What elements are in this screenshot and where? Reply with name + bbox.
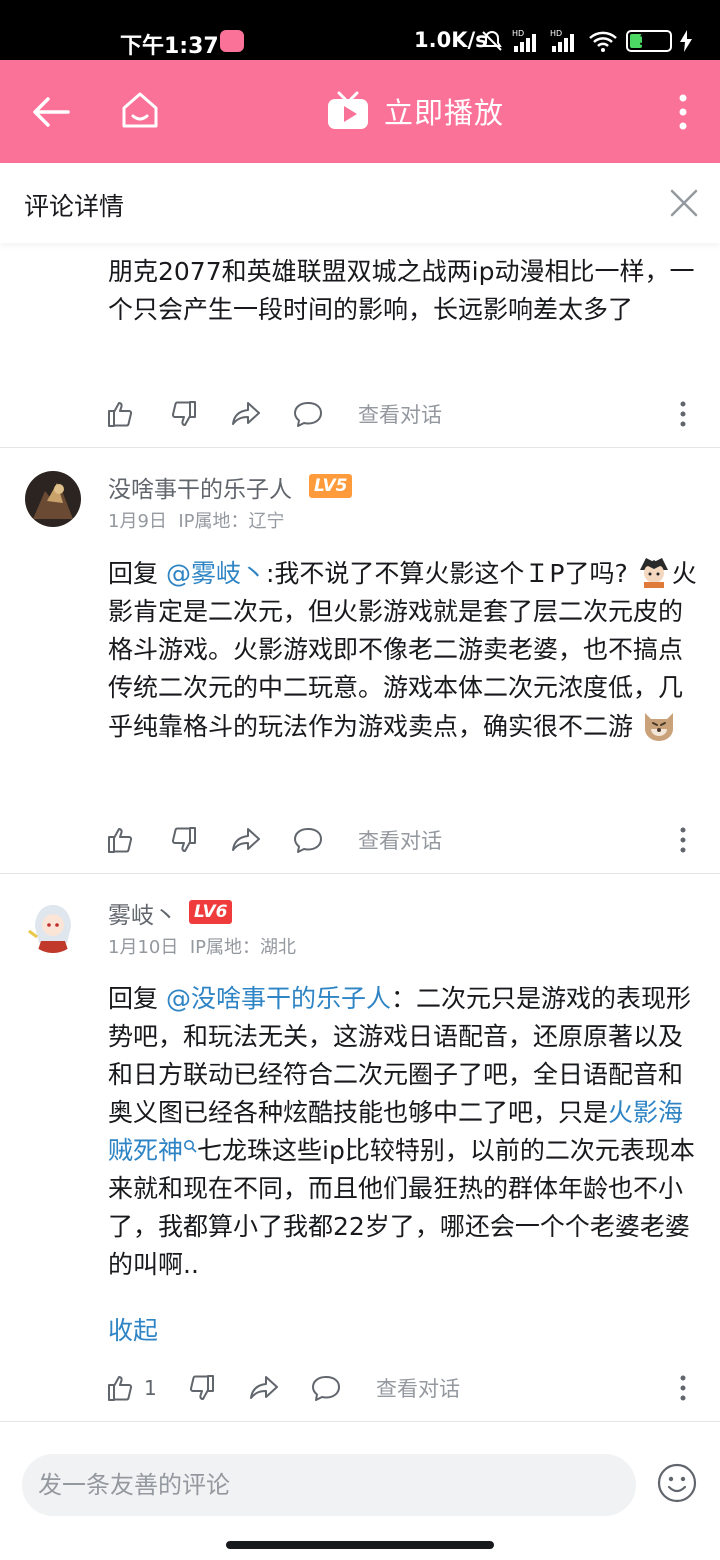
battery-icon: 32: [626, 30, 672, 52]
dog-emoji-icon: [641, 707, 677, 741]
comment-more-button[interactable]: [676, 820, 690, 860]
comment-text: 朋克2077和英雄联盟双城之战两ip动漫相比一样，一个只会产生一段时间的影响，长…: [108, 257, 695, 324]
mention-link[interactable]: @没啥事干的乐子人: [166, 984, 391, 1013]
comment-actions: 查看对话: [106, 820, 706, 860]
tv-play-icon: [328, 91, 368, 129]
more-vertical-icon: [680, 401, 686, 427]
more-vertical-icon: [680, 1375, 686, 1401]
chat-bubble-icon: [312, 1376, 340, 1401]
comment-more-button[interactable]: [676, 1368, 690, 1408]
status-time: 下午1:37: [120, 34, 219, 59]
comment-detail-header: 评论详情: [0, 163, 720, 243]
collapse-link[interactable]: 收起: [108, 1316, 158, 1345]
comment-list: 朋克2077和英雄联盟双城之战两ip动漫相比一样，一个只会产生一段时间的影响，长…: [0, 243, 720, 1440]
comment-input[interactable]: [22, 1454, 636, 1516]
comment-more-button[interactable]: [676, 394, 690, 434]
view-conversation-link[interactable]: 查看对话: [358, 394, 442, 434]
search-icon: [184, 1140, 197, 1153]
page-title: 评论详情: [24, 192, 125, 221]
comment-date: 1月10日: [108, 937, 179, 958]
charging-icon: [680, 30, 692, 52]
level-badge: LV6: [189, 900, 233, 924]
wifi-icon: [589, 31, 617, 52]
anime-emoji-icon: [636, 554, 672, 588]
thumbs-down-icon: [189, 1375, 214, 1400]
reply-button[interactable]: [292, 820, 324, 860]
play-now-button[interactable]: 立即播放: [326, 86, 504, 136]
share-button[interactable]: [248, 1368, 280, 1408]
ip-location: IP属地：湖北: [189, 937, 296, 958]
mute-icon: [482, 30, 502, 51]
comment-actions: 1 查看对话: [106, 1368, 706, 1408]
like-count: 1: [144, 1376, 157, 1400]
network-speed: 1.0K/s: [414, 28, 488, 52]
bilibili-app-icon: [220, 30, 244, 52]
battery-level: 32: [639, 33, 659, 49]
thumbs-up-icon: [108, 402, 133, 427]
share-button[interactable]: [230, 820, 262, 860]
dislike-button[interactable]: [168, 394, 198, 434]
comment-meta: 1月10日 IP属地：湖北: [108, 933, 296, 959]
signal-hd-icon: HD: [550, 29, 574, 52]
more-vertical-icon[interactable]: [666, 90, 700, 134]
top-nav-bar: 立即播放: [0, 60, 720, 163]
like-button[interactable]: 1: [106, 1368, 157, 1408]
share-button[interactable]: [230, 394, 262, 434]
divider: [0, 873, 720, 874]
like-button[interactable]: [106, 820, 136, 860]
dislike-button[interactable]: [186, 1368, 216, 1408]
ip-location: IP属地：辽宁: [178, 511, 285, 532]
comment-text: 回复 @雾岐丶:我不说了不算火影这个ＩP了吗? 火影肯定是二次元，但火影游戏就是…: [108, 554, 698, 746]
level-badge: LV5: [309, 474, 353, 498]
comment-meta: 1月9日 IP属地：辽宁: [108, 507, 285, 533]
home-indicator: [226, 1541, 494, 1549]
view-conversation-link[interactable]: 查看对话: [376, 1368, 460, 1408]
reply-button[interactable]: [292, 394, 324, 434]
close-icon[interactable]: [668, 187, 700, 219]
emoji-icon[interactable]: [656, 1462, 698, 1504]
share-icon: [232, 402, 260, 425]
user-avatar-image: [25, 897, 81, 953]
back-arrow-icon[interactable]: [30, 91, 72, 133]
comment-input-bar: [0, 1440, 720, 1560]
comment-actions: 查看对话: [106, 394, 706, 434]
comment-text: 回复 @没啥事干的乐子人：二次元只是游戏的表现形势吧，和玩法无关，这游戏日语配音…: [108, 984, 695, 1279]
signal-hd-icon: HD: [512, 29, 536, 52]
chat-bubble-icon: [294, 402, 322, 427]
thumbs-down-icon: [171, 827, 196, 852]
chat-bubble-icon: [294, 828, 322, 853]
like-button[interactable]: [106, 394, 136, 434]
mention-link[interactable]: @雾岐丶: [166, 559, 266, 588]
avatar[interactable]: [25, 471, 81, 527]
thumbs-down-icon: [171, 401, 196, 426]
thumbs-up-icon: [108, 1376, 133, 1401]
divider: [0, 447, 720, 448]
more-vertical-icon: [680, 827, 686, 853]
home-icon[interactable]: [118, 88, 162, 132]
play-now-label: 立即播放: [384, 96, 505, 130]
share-icon: [232, 828, 260, 851]
reply-button[interactable]: [310, 1368, 342, 1408]
username[interactable]: 雾岐丶: [108, 896, 177, 930]
view-conversation-link[interactable]: 查看对话: [358, 820, 442, 860]
status-bar: 下午1:37 1.0K/s HD HD 32: [0, 0, 720, 60]
user-avatar-image: [25, 471, 81, 527]
avatar[interactable]: [25, 897, 81, 953]
divider: [0, 1421, 720, 1422]
svg-text:HD: HD: [550, 29, 562, 38]
thumbs-up-icon: [108, 828, 133, 853]
svg-text:HD: HD: [512, 29, 524, 38]
username[interactable]: 没啥事干的乐子人: [108, 470, 292, 504]
comment-date: 1月9日: [108, 511, 167, 532]
share-icon: [250, 1376, 278, 1399]
dislike-button[interactable]: [168, 820, 198, 860]
